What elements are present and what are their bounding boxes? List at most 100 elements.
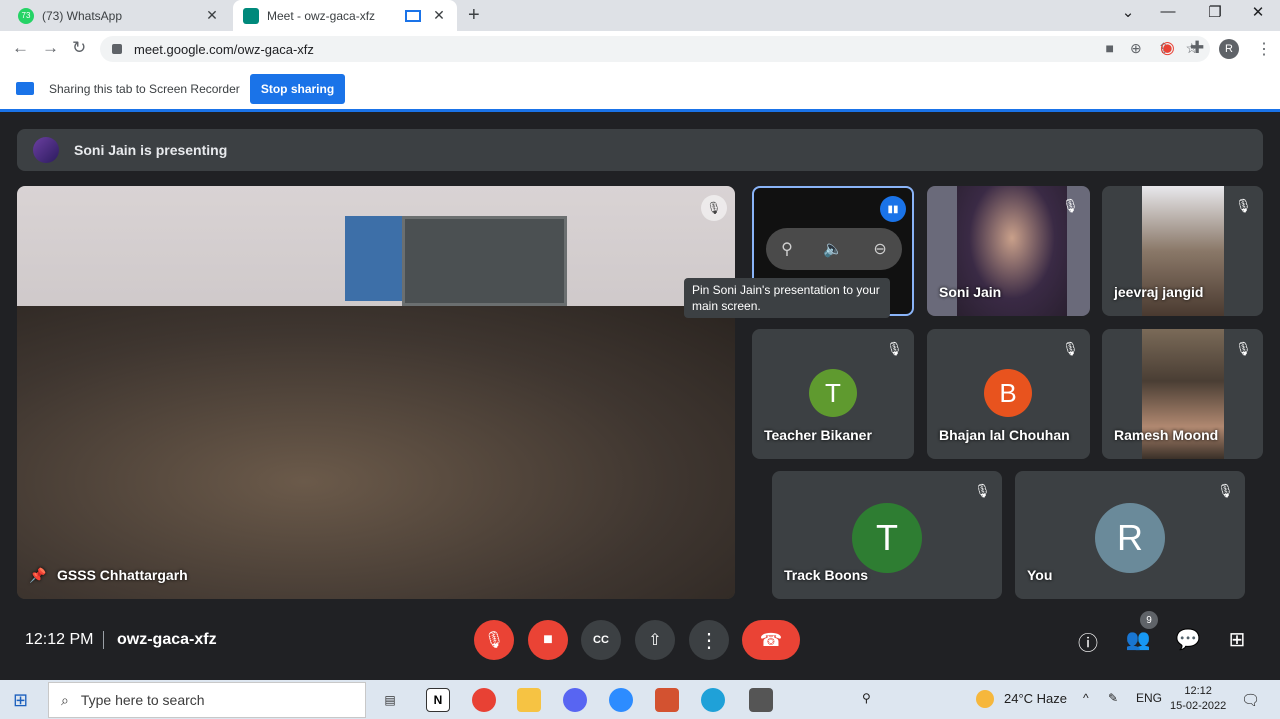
mic-off-button[interactable]: 🎙: [474, 620, 514, 660]
notion-icon[interactable]: N: [426, 688, 450, 712]
office-icon[interactable]: [655, 688, 679, 712]
classroom-students: [17, 306, 735, 599]
weather-text[interactable]: 24°C Haze: [1004, 691, 1067, 706]
meet-icon: [243, 7, 259, 24]
participant-name: Soni Jain: [939, 284, 1002, 300]
close-tab-icon[interactable]: ✕: [204, 7, 220, 24]
mic-off-icon: 🎙: [1062, 341, 1079, 356]
minimize-button[interactable]: —: [1148, 3, 1188, 20]
meeting-time: 12:12 PM: [25, 631, 94, 648]
main-tile-name: GSSS Chhattargarh: [57, 567, 188, 583]
search-icon: ⌕: [61, 691, 69, 708]
lock-icon: [112, 44, 122, 54]
stop-sharing-button[interactable]: Stop sharing: [250, 74, 345, 104]
url-field[interactable]: meet.google.com/owz-gaca-xfz ■ ⊕ ⇪ ☆: [100, 36, 1210, 62]
taskbar-clock[interactable]: 12:12 15-02-2022: [1170, 684, 1226, 714]
file-explorer-icon[interactable]: [517, 688, 541, 712]
edge-icon[interactable]: [701, 688, 725, 712]
main-video-tile[interactable]: 🎙 📌 GSSS Chhattargarh: [17, 186, 735, 599]
tab-search-icon[interactable]: ⌄: [1108, 3, 1148, 21]
notifications-icon[interactable]: 🗨: [1241, 691, 1260, 709]
pen-icon[interactable]: ✎: [1108, 691, 1118, 705]
more-options-button[interactable]: ⋮: [689, 620, 729, 660]
address-bar: ← → ↻ meet.google.com/owz-gaca-xfz ■ ⊕ ⇪…: [0, 31, 1280, 66]
clock-time: 12:12: [1184, 685, 1212, 697]
participant-avatar: R: [1095, 503, 1165, 573]
participant-avatar: B: [984, 369, 1032, 417]
extensions-icon[interactable]: ✚: [1190, 38, 1204, 58]
url-text: meet.google.com/owz-gaca-xfz: [134, 41, 314, 57]
leave-call-button[interactable]: ☎: [742, 620, 800, 660]
mic-off-icon: 🎙: [1217, 483, 1234, 498]
participant-tile-jeevraj-jangid[interactable]: 🎙 jeevraj jangid: [1102, 186, 1263, 316]
discord-icon[interactable]: [563, 688, 587, 712]
participant-avatar: T: [809, 369, 857, 417]
meeting-details-icon[interactable]: ⓘ: [1074, 627, 1102, 656]
clock-date: 15-02-2022: [1170, 700, 1227, 712]
meeting-code: owz-gaca-xfz: [117, 631, 217, 648]
participant-tile-ramesh-moond[interactable]: 🎙 Ramesh Moond: [1102, 329, 1263, 459]
participant-name: Bhajan lal Chouhan: [939, 427, 1070, 443]
participant-name: Teacher Bikaner: [764, 427, 872, 443]
browser-tab-bar: 73 (73) WhatsApp ✕ Meet - owz-gaca-xfz ✕…: [0, 0, 1280, 31]
language-indicator[interactable]: ENG: [1136, 691, 1162, 705]
main-tile-label: 📌 GSSS Chhattargarh: [29, 567, 188, 583]
presenting-banner: Soni Jain is presenting: [17, 129, 1263, 171]
tab-title: Meet - owz-gaca-xfz: [267, 8, 376, 23]
forward-icon[interactable]: →: [42, 38, 59, 58]
back-icon[interactable]: ←: [12, 38, 29, 58]
classroom-board: [402, 216, 567, 306]
taskbar-search-box[interactable]: ⌕ Type here to search: [48, 682, 366, 718]
participant-name: jeevraj jangid: [1114, 284, 1204, 300]
mic-off-icon: 🎙: [1235, 341, 1252, 356]
whatsapp-icon: 73: [18, 7, 34, 24]
pin-icon: 📌: [29, 567, 47, 583]
maximize-button[interactable]: ❐: [1195, 3, 1235, 21]
pin-icon[interactable]: ⚲: [781, 239, 793, 259]
participant-tile-bhajan-lal-chouhan[interactable]: B 🎙 Bhajan lal Chouhan: [927, 329, 1090, 459]
zoom-icon[interactable]: ⊕: [1130, 40, 1142, 57]
menu-icon[interactable]: ⋮: [1256, 39, 1272, 59]
mic-off-icon: 🎙: [886, 341, 903, 356]
camera-icon[interactable]: ■: [1106, 40, 1114, 57]
people-count-badge: 9: [1140, 611, 1158, 629]
participant-tile-soni-jain[interactable]: 🎙 Soni Jain: [927, 186, 1090, 316]
speaking-indicator-icon: ▮▮: [880, 196, 906, 222]
activities-icon[interactable]: ⊞: [1223, 627, 1251, 652]
meet-area: Soni Jain is presenting 🎙 📌 GSSS Chhatta…: [0, 115, 1280, 680]
chrome-icon[interactable]: [472, 688, 496, 712]
screen-recorder-app-icon[interactable]: [749, 688, 773, 712]
close-tab-icon[interactable]: ✕: [431, 7, 447, 24]
presenting-text: Soni Jain is presenting: [74, 142, 228, 158]
captions-button[interactable]: CC: [581, 620, 621, 660]
profile-avatar[interactable]: R: [1219, 39, 1239, 59]
participant-tile-teacher-bikaner[interactable]: T 🎙 Teacher Bikaner: [752, 329, 914, 459]
camera-off-button[interactable]: ■: [528, 620, 568, 660]
screen-share-icon: [16, 82, 34, 95]
chevron-up-icon[interactable]: ^: [1083, 691, 1089, 705]
volume-icon[interactable]: 🔈: [823, 239, 843, 259]
task-view-icon[interactable]: ▤: [378, 688, 402, 712]
windows-start-icon[interactable]: ⊞: [13, 691, 31, 709]
zoom-app-icon[interactable]: [609, 688, 633, 712]
new-tab-button[interactable]: +: [468, 4, 480, 27]
screen-recorder-icon[interactable]: ◉: [1160, 38, 1175, 58]
mic-off-icon: 🎙: [701, 195, 727, 221]
chat-icon[interactable]: 💬: [1174, 627, 1202, 652]
close-window-button[interactable]: ✕: [1238, 3, 1278, 21]
tab-whatsapp[interactable]: 73 (73) WhatsApp ✕: [8, 0, 230, 31]
mic-off-icon: 🎙: [1062, 198, 1079, 213]
present-now-button[interactable]: ⇧: [635, 620, 675, 660]
people-icon[interactable]: 👥: [1124, 627, 1152, 652]
tab-meet[interactable]: Meet - owz-gaca-xfz ✕: [233, 0, 457, 31]
search-placeholder: Type here to search: [80, 692, 205, 708]
mic-off-icon: 🎙: [1235, 198, 1252, 213]
participant-tile-you[interactable]: R 🎙 You: [1015, 471, 1245, 599]
participant-name: You: [1027, 567, 1053, 583]
minimize-icon[interactable]: ⊖: [873, 239, 886, 259]
recording-indicator-icon: [405, 9, 421, 22]
participant-tile-track-boons[interactable]: T 🎙 Track Boons: [772, 471, 1002, 599]
reload-icon[interactable]: ↻: [72, 38, 86, 58]
share-status-text: Sharing this tab to Screen Recorder: [49, 82, 240, 96]
people-tray-icon[interactable]: ⚲: [862, 691, 871, 705]
